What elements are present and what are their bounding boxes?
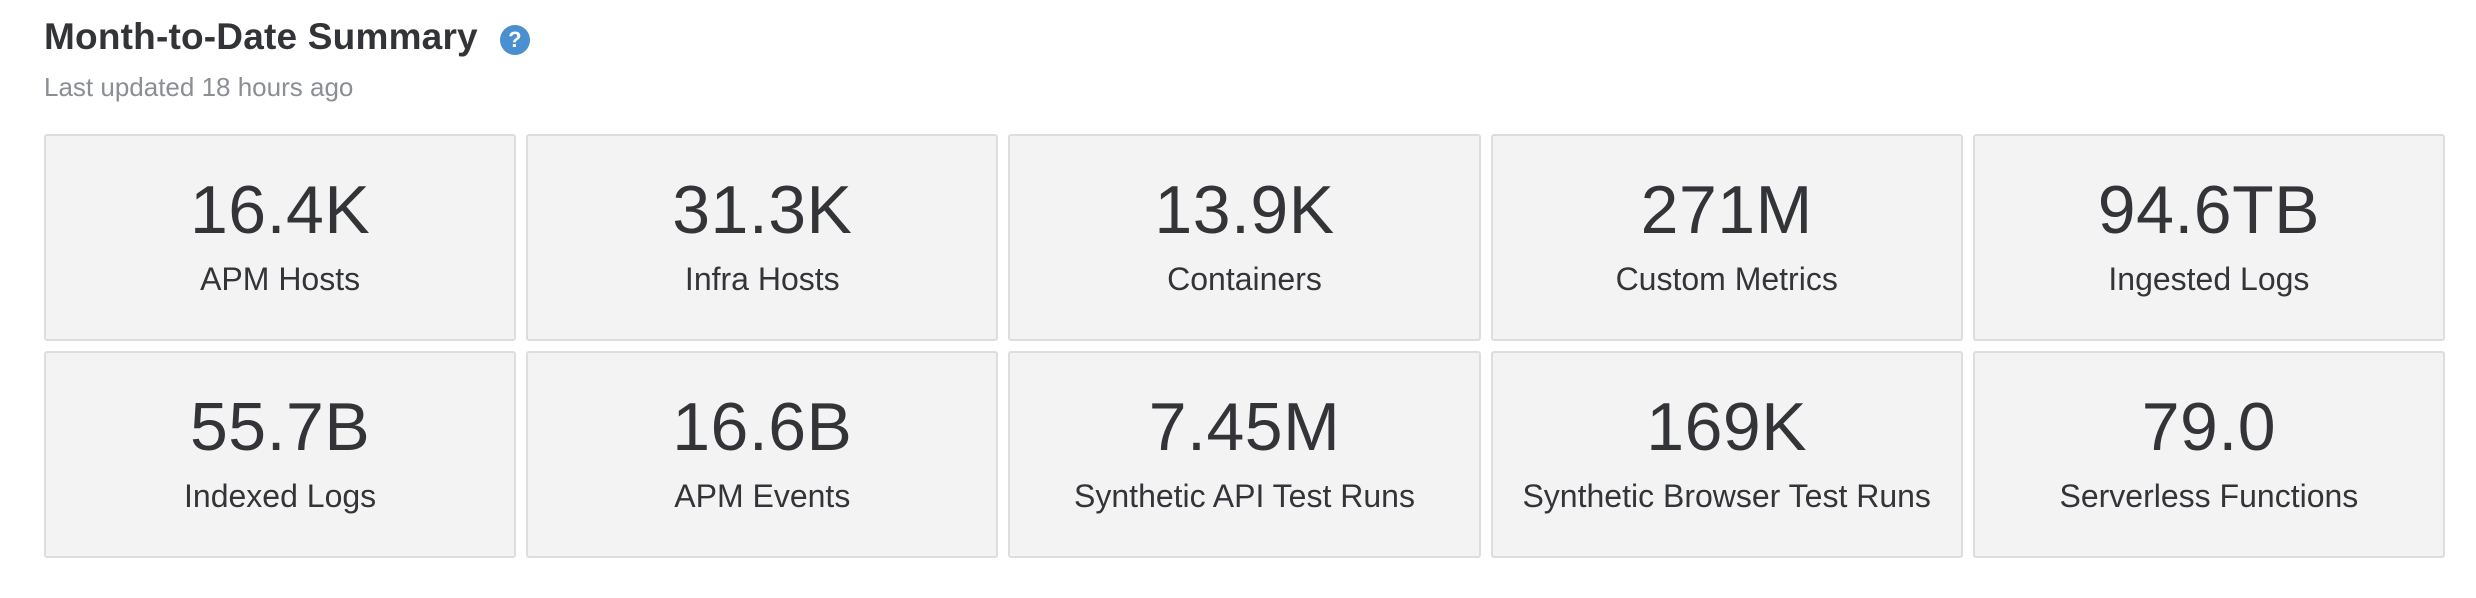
last-updated-text: Last updated 18 hours ago — [44, 72, 354, 102]
metric-card-ingested-logs[interactable]: 94.6TB Ingested Logs — [1972, 134, 2445, 341]
metric-card-synthetic-api-test-runs[interactable]: 7.45M Synthetic API Test Runs — [1008, 351, 1481, 558]
metric-value: 31.3K — [672, 171, 853, 248]
summary-card-grid: 16.4K APM Hosts 31.3K Infra Hosts 13.9K … — [44, 134, 2445, 558]
metric-card-apm-events[interactable]: 16.6B APM Events — [526, 351, 999, 558]
metric-card-containers[interactable]: 13.9K Containers — [1008, 134, 1481, 341]
help-icon[interactable]: ? — [499, 25, 530, 55]
metric-value: 94.6TB — [2097, 171, 2321, 248]
metric-value: 271M — [1640, 171, 1813, 248]
metric-value: 13.9K — [1154, 171, 1335, 248]
metric-value: 16.6B — [672, 388, 853, 465]
metric-value: 79.0 — [2141, 388, 2277, 465]
metric-card-apm-hosts[interactable]: 16.4K APM Hosts — [44, 134, 517, 341]
metric-label: APM Hosts — [200, 260, 361, 297]
metric-card-synthetic-browser-test-runs[interactable]: 169K Synthetic Browser Test Runs — [1490, 351, 1963, 558]
metric-label: Containers — [1167, 260, 1322, 297]
metric-label: Synthetic Browser Test Runs — [1522, 477, 1931, 514]
metric-value: 7.45M — [1148, 388, 1341, 465]
metric-label: Custom Metrics — [1615, 260, 1838, 297]
metric-value: 16.4K — [189, 171, 371, 248]
summary-header: Month-to-Date Summary ? Last updated 18 … — [44, 10, 530, 103]
page-title: Month-to-Date Summary — [44, 16, 478, 57]
metric-label: Ingested Logs — [2108, 260, 2310, 297]
metric-card-serverless-functions[interactable]: 79.0 Serverless Functions — [1972, 351, 2445, 558]
metric-card-infra-hosts[interactable]: 31.3K Infra Hosts — [526, 134, 999, 341]
metric-label: Infra Hosts — [684, 260, 840, 297]
metric-card-custom-metrics[interactable]: 271M Custom Metrics — [1490, 134, 1963, 341]
title-row: Month-to-Date Summary ? — [44, 10, 530, 64]
metric-label: Serverless Functions — [2059, 477, 2359, 514]
metric-label: Synthetic API Test Runs — [1074, 477, 1415, 514]
metric-label: Indexed Logs — [184, 477, 377, 514]
metric-card-indexed-logs[interactable]: 55.7B Indexed Logs — [44, 351, 517, 558]
metric-value: 169K — [1646, 388, 1808, 465]
metric-value: 55.7B — [189, 388, 371, 465]
metric-label: APM Events — [674, 477, 851, 514]
